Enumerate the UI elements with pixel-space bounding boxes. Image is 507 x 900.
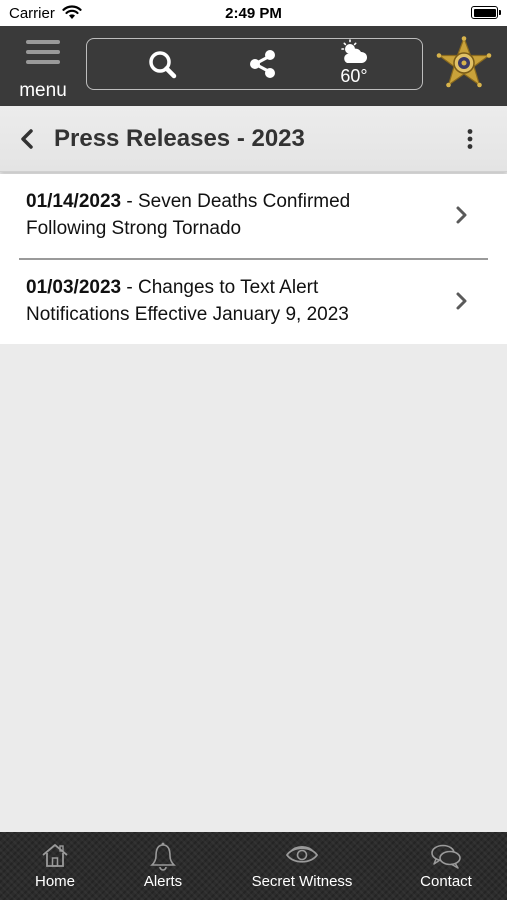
partly-cloudy-icon <box>341 39 368 63</box>
list-item[interactable]: 01/03/2023 - Changes to Text Alert Notif… <box>0 260 507 344</box>
press-release-list: 01/14/2023 - Seven Deaths Confirmed Foll… <box>0 174 507 344</box>
search-button[interactable] <box>143 39 183 91</box>
tab-label: Home <box>34 873 75 890</box>
press-release-text: 01/03/2023 - Changes to Text Alert Notif… <box>26 274 426 328</box>
tab-alerts[interactable]: Alerts <box>124 832 202 900</box>
tab-label: Alerts <box>143 873 183 890</box>
page-header: Press Releases - 2023 <box>0 106 507 172</box>
sheriff-star-badge[interactable] <box>436 36 492 92</box>
tab-home[interactable]: Home <box>14 832 96 900</box>
back-button[interactable] <box>14 124 42 154</box>
release-date: 01/14/2023 <box>26 191 122 212</box>
tab-label: Contact <box>420 873 472 890</box>
tab-contact[interactable]: Contact <box>405 832 487 900</box>
share-button[interactable] <box>243 39 283 91</box>
kebab-menu-icon <box>467 129 473 149</box>
press-release-text: 01/14/2023 - Seven Deaths Confirmed Foll… <box>26 188 426 242</box>
weather-temperature: 60° <box>340 66 368 86</box>
share-icon <box>250 50 275 78</box>
hamburger-icon <box>26 40 60 70</box>
chevron-left-icon <box>21 129 33 149</box>
bell-icon <box>150 842 176 871</box>
bottom-tab-bar: Home Alerts Secret Witness Contact <box>0 832 507 900</box>
eye-icon <box>285 846 319 863</box>
chevron-right-icon <box>456 206 467 224</box>
weather-button[interactable]: 60° <box>327 39 381 91</box>
more-options-button[interactable] <box>458 124 482 154</box>
menu-label: menu <box>19 80 67 101</box>
list-item[interactable]: 01/14/2023 - Seven Deaths Confirmed Foll… <box>0 174 507 258</box>
chat-bubbles-icon <box>431 844 461 869</box>
page-title: Press Releases - 2023 <box>54 125 305 152</box>
menu-button[interactable]: menu <box>14 38 72 101</box>
battery-icon <box>471 6 501 19</box>
app-bar: menu 60° <box>0 26 507 106</box>
status-bar: Carrier 2:49 PM <box>0 0 507 26</box>
tab-secret-witness[interactable]: Secret Witness <box>240 832 364 900</box>
clock: 2:49 PM <box>225 5 282 22</box>
home-icon <box>42 844 68 867</box>
release-date: 01/03/2023 <box>26 276 122 298</box>
search-icon <box>149 51 177 79</box>
battery-level <box>473 8 496 17</box>
quick-actions-toolbar: 60° <box>86 38 423 90</box>
chevron-right-icon <box>456 292 467 309</box>
tab-label: Secret Witness <box>251 873 353 890</box>
